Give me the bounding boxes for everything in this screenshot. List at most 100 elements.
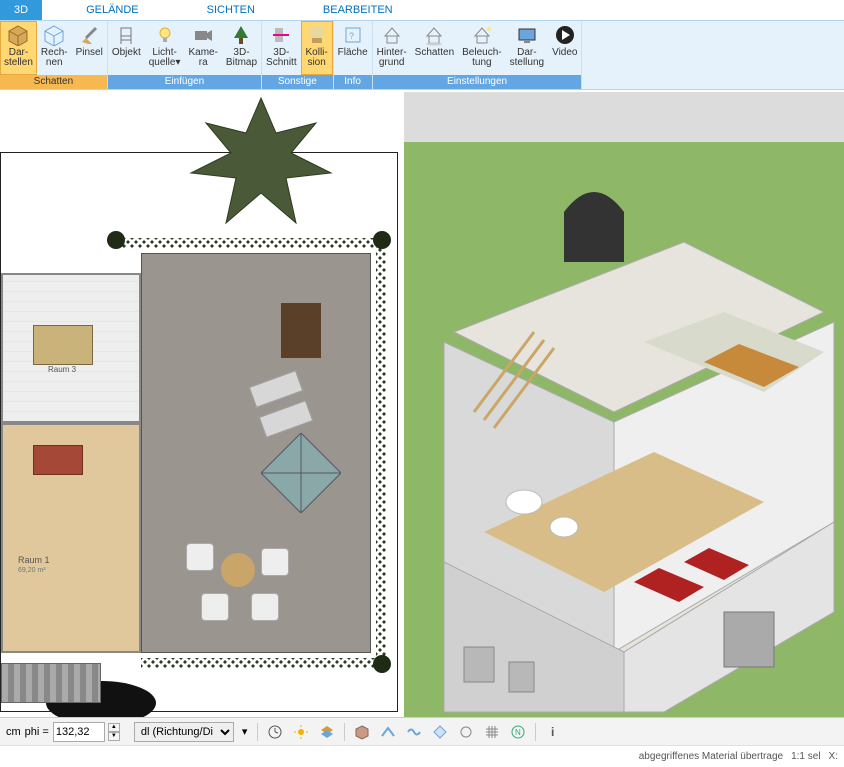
status-coord-x: X: (829, 751, 838, 762)
pinsel-button[interactable]: Pinsel (72, 21, 107, 75)
clock-icon[interactable] (264, 721, 286, 743)
ribbon-group-einstellungen: Hinter- grund Schatten Beleuch- tung Dar… (373, 21, 583, 89)
group-label-info: Info (334, 75, 372, 89)
hintergrund-label: Hinter- grund (377, 48, 407, 68)
cube-ortho-icon (43, 24, 65, 46)
tab-gelaende[interactable]: GELÄNDE (72, 0, 153, 20)
schatten2-label: Schatten (415, 48, 454, 58)
ribbon-group-sonstige: 3D- Schnitt Kolli- sion Sonstige (262, 21, 334, 89)
kollision-button[interactable]: Kolli- sion (301, 21, 333, 75)
video-button[interactable]: Video (548, 21, 581, 75)
lichtquelle-button[interactable]: Licht- quelle▾ (145, 21, 185, 75)
hedge-top (116, 238, 386, 248)
ribbon-group-einfuegen: Objekt Licht- quelle▾ Kame- ra 3D- Bitma… (108, 21, 262, 89)
hedge-bottom (141, 658, 386, 668)
room-1: Raum 1 69,20 m² (1, 423, 141, 653)
house-bg-icon (381, 24, 403, 46)
darstellen-label: Dar- stellen (4, 48, 33, 68)
ribbon-group-info: ? Fläche Info (334, 21, 373, 89)
rechnen-button[interactable]: Rech- nen (37, 21, 72, 75)
3d-view-pane[interactable] (404, 92, 844, 717)
dining-table (33, 325, 93, 365)
flaeche-label: Fläche (338, 48, 368, 58)
3dbitmap-button[interactable]: 3D- Bitmap (222, 21, 261, 75)
north-icon[interactable]: N (507, 721, 529, 743)
svg-text:N: N (515, 728, 521, 737)
tab-bearbeiten[interactable]: BEARBEITEN (309, 0, 407, 20)
bush-star (181, 93, 341, 233)
area-icon: ? (342, 24, 364, 46)
house-light-icon (471, 24, 493, 46)
house-shadow-icon (423, 24, 445, 46)
tab-3d[interactable]: 3D (0, 0, 42, 20)
diamond-icon[interactable] (429, 721, 451, 743)
unit-label: cm (6, 726, 21, 738)
direction-dropdown[interactable]: dl (Richtung/Di (134, 722, 234, 742)
bush-corner (373, 231, 391, 249)
3d-house (404, 92, 844, 717)
schatten2-button[interactable]: Schatten (411, 21, 458, 75)
flaeche-button[interactable]: ? Fläche (334, 21, 372, 75)
ribbon-group-schatten: Dar- stellen Rech- nen Pinsel Schatten (0, 21, 108, 89)
cube-icon (7, 24, 29, 46)
camera-icon (192, 24, 214, 46)
screen-icon (516, 24, 538, 46)
phi-spinner[interactable]: ▲▼ (108, 723, 120, 741)
outdoor-table (281, 303, 321, 358)
kamera-label: Kame- ra (188, 48, 217, 68)
tab-sichten[interactable]: SICHTEN (193, 0, 269, 20)
status-scale: 1:1 sel (791, 751, 820, 762)
darstellen-button[interactable]: Dar- stellen (0, 21, 37, 75)
layers-icon[interactable] (316, 721, 338, 743)
wave-icon[interactable] (403, 721, 425, 743)
tree-icon (230, 24, 252, 46)
ribbon: Dar- stellen Rech- nen Pinsel Schatten O… (0, 20, 844, 90)
status-bar: abgegriffenes Material übertrage 1:1 sel… (0, 745, 844, 767)
kollision-label: Kolli- sion (306, 48, 328, 68)
circle-icon[interactable] (455, 721, 477, 743)
objekt-button[interactable]: Objekt (108, 21, 145, 75)
garage (1, 663, 101, 703)
svg-text:i: i (551, 725, 554, 739)
workspace: Raum 3 Raum 1 69,20 m² (0, 92, 844, 717)
info-small-icon[interactable]: i (542, 721, 564, 743)
pinsel-label: Pinsel (76, 48, 103, 58)
3dschnitt-button[interactable]: 3D- Schnitt (262, 21, 301, 75)
chevron-down-icon[interactable]: ▾ (238, 725, 252, 738)
bush-corner (373, 655, 391, 673)
phi-label: phi = (25, 726, 49, 738)
room1-area: 69,20 m² (18, 567, 46, 574)
group-label-schatten: Schatten (0, 75, 107, 89)
room3-label: Raum 3 (48, 365, 76, 374)
rechnen-label: Rech- nen (41, 48, 68, 68)
beleuchtung-label: Beleuch- tung (462, 48, 501, 68)
3dbitmap-label: 3D- Bitmap (226, 48, 257, 68)
room1-label: Raum 1 (18, 555, 50, 565)
kamera-button[interactable]: Kame- ra (184, 21, 221, 75)
chair (186, 543, 214, 571)
cube-small-icon[interactable] (351, 721, 373, 743)
chair (251, 593, 279, 621)
group-label-sonstige: Sonstige (262, 75, 333, 89)
room-3: Raum 3 (1, 273, 141, 423)
grid-icon[interactable] (481, 721, 503, 743)
sun-icon[interactable] (290, 721, 312, 743)
snap-icon[interactable] (377, 721, 399, 743)
round-table (221, 553, 255, 587)
2d-view-pane[interactable]: Raum 3 Raum 1 69,20 m² (0, 92, 400, 717)
umbrella (261, 433, 341, 513)
collision-icon (306, 24, 328, 46)
beleuchtung-button[interactable]: Beleuch- tung (458, 21, 505, 75)
hintergrund-button[interactable]: Hinter- grund (373, 21, 411, 75)
darstellung-label: Dar- stellung (510, 48, 544, 68)
phi-input[interactable] (53, 722, 105, 742)
chair (261, 548, 289, 576)
video-label: Video (552, 48, 577, 58)
status-text: abgegriffenes Material übertrage (639, 751, 783, 762)
group-label-einstellungen: Einstellungen (373, 75, 582, 89)
desk (33, 445, 83, 475)
section-icon (270, 24, 292, 46)
lichtquelle-label: Licht- quelle▾ (149, 48, 181, 68)
darstellung-button[interactable]: Dar- stellung (506, 21, 548, 75)
bulb-icon (154, 24, 176, 46)
